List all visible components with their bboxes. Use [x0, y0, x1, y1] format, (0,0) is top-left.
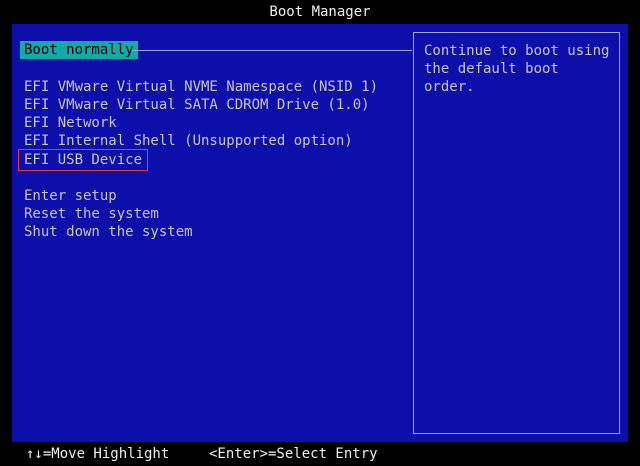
footer-move-hint: ↑↓=Move Highlight — [26, 446, 170, 462]
window-title: Boot Manager — [269, 4, 371, 20]
title-bar: Boot Manager — [0, 0, 640, 24]
menu-item-reset-system[interactable]: Reset the system — [24, 205, 159, 223]
menu-item-efi-vmware-nvme[interactable]: EFI VMware Virtual NVME Namespace (NSID … — [24, 78, 378, 96]
menu-item-efi-vmware-sata-cdrom[interactable]: EFI VMware Virtual SATA CDROM Drive (1.0… — [24, 96, 370, 114]
help-info-box: Continue to boot using the default boot … — [413, 32, 620, 434]
selection-divider-line — [132, 50, 412, 51]
main-panel: Boot normally EFI VMware Virtual NVME Na… — [12, 24, 628, 442]
menu-item-shut-down-system[interactable]: Shut down the system — [24, 223, 193, 241]
menu-item-boot-normally[interactable]: Boot normally — [20, 41, 138, 59]
help-info-text: Continue to boot using the default boot … — [424, 43, 610, 95]
boot-menu: Boot normally EFI VMware Virtual NVME Na… — [12, 24, 412, 442]
menu-item-efi-internal-shell[interactable]: EFI Internal Shell (Unsupported option) — [24, 132, 353, 150]
boot-manager-screen: Boot Manager Boot normally EFI VMware Vi… — [0, 0, 640, 466]
menu-item-efi-network[interactable]: EFI Network — [24, 114, 117, 132]
footer-bar: ↑↓=Move Highlight <Enter>=Select Entry — [0, 442, 640, 466]
footer-select-hint: <Enter>=Select Entry — [209, 446, 378, 462]
menu-item-enter-setup[interactable]: Enter setup — [24, 187, 117, 205]
menu-item-efi-usb-device[interactable]: EFI USB Device — [17, 149, 149, 171]
